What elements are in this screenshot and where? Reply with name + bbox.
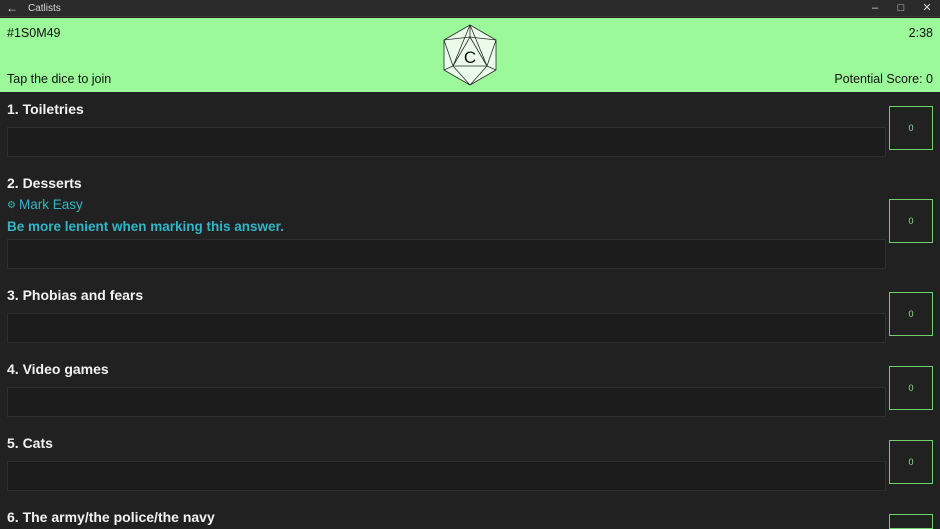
category-title: 3. Phobias and fears xyxy=(7,287,144,303)
back-arrow-icon[interactable]: ← xyxy=(6,1,18,15)
category-title: 6. The army/the police/the navy xyxy=(7,509,215,525)
dice-icon[interactable]: C xyxy=(441,23,499,87)
answer-input[interactable] xyxy=(7,127,886,157)
game-header: #1S0M49 2:38 Tap the dice to join Potent… xyxy=(0,18,940,92)
close-button[interactable]: ✕ xyxy=(912,0,940,17)
join-prompt: Tap the dice to join xyxy=(7,72,112,86)
title-bar: ← Catlists – □ ✕ xyxy=(0,0,940,17)
mark-easy-label: Mark Easy xyxy=(18,197,83,212)
potential-score-label: Potential Score: xyxy=(834,72,923,86)
score-box[interactable] xyxy=(889,514,933,529)
countdown-timer: 2:38 xyxy=(908,26,933,40)
game-code: #1S0M49 xyxy=(7,26,61,40)
answer-input[interactable] xyxy=(7,239,886,269)
potential-score-value: 0 xyxy=(926,72,933,86)
gear-icon: ⚙ xyxy=(7,200,16,211)
category-title: 2. Desserts xyxy=(7,175,82,191)
score-box[interactable]: 0 xyxy=(889,440,933,484)
answer-input[interactable] xyxy=(7,387,886,417)
category-title: 4. Video games xyxy=(7,361,109,377)
mark-easy-toggle[interactable]: ⚙ Mark Easy xyxy=(7,197,83,212)
potential-score: Potential Score: 0 xyxy=(834,72,933,86)
dice-letter: C xyxy=(464,48,476,67)
window-title: Catlists xyxy=(28,3,61,14)
score-box[interactable]: 0 xyxy=(889,199,933,243)
score-box[interactable]: 0 xyxy=(889,106,933,150)
category-title: 5. Cats xyxy=(7,435,53,451)
score-box[interactable]: 0 xyxy=(889,366,933,410)
answer-input[interactable] xyxy=(7,461,886,491)
lenient-note: Be more lenient when marking this answer… xyxy=(7,219,284,234)
score-box[interactable]: 0 xyxy=(889,292,933,336)
answer-input[interactable] xyxy=(7,313,886,343)
category-title: 1. Toiletries xyxy=(7,101,84,117)
